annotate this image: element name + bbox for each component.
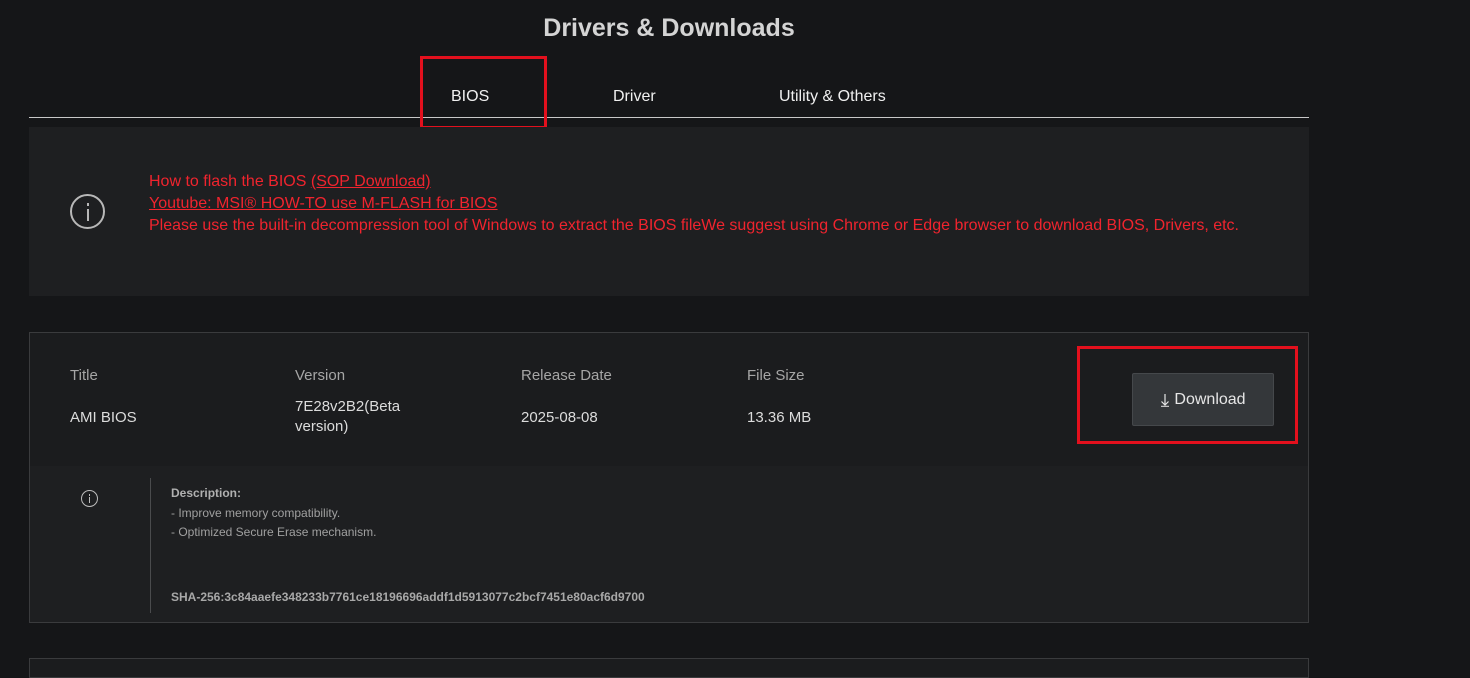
notice-line-sop: How to flash the BIOS (SOP Download): [149, 171, 1279, 193]
description-info-icon: [81, 490, 98, 507]
description-divider: [150, 478, 151, 613]
download-arrow-icon: [1161, 393, 1170, 407]
description-line: - Improve memory compatibility.: [171, 506, 341, 520]
bios-version-value: 7E28v2B2(Beta version): [295, 398, 401, 435]
next-download-card: [29, 658, 1309, 678]
col-label-version: Version: [295, 367, 346, 384]
notice-decompress-text: Please use the built-in decompression to…: [149, 217, 1239, 234]
tab-bar: BIOS Driver Utility & Others: [29, 56, 1309, 118]
description-heading: Description:: [171, 486, 242, 500]
sop-download-link[interactable]: (SOP Download): [311, 173, 431, 190]
bios-download-card: Title Version Release Date File Size AMI…: [29, 332, 1309, 623]
notice-line-youtube: Youtube: MSI® HOW-TO use M-FLASH for BIO…: [149, 193, 1279, 215]
description-line: - Optimized Secure Erase mechanism.: [171, 525, 377, 539]
info-circle-icon: [70, 194, 105, 229]
tab-driver[interactable]: Driver: [613, 88, 656, 106]
col-label-release-date: Release Date: [521, 367, 612, 384]
youtube-mflash-link[interactable]: Youtube: MSI® HOW-TO use M-FLASH for BIO…: [149, 195, 498, 212]
notice-sop-text: How to flash the BIOS: [149, 173, 311, 190]
bios-notice: How to flash the BIOS (SOP Download) You…: [29, 127, 1309, 296]
sha256-checksum: SHA-256:3c84aaefe348233b7761ce18196696ad…: [171, 590, 645, 604]
col-label-title: Title: [70, 367, 98, 384]
download-button[interactable]: Download: [1132, 373, 1274, 426]
notice-text: How to flash the BIOS (SOP Download) You…: [149, 171, 1279, 237]
bios-title-value: AMI BIOS: [70, 409, 137, 426]
card-description: Description: - Improve memory compatibil…: [30, 466, 1308, 622]
tab-utility-others[interactable]: Utility & Others: [779, 88, 886, 106]
tab-bios[interactable]: BIOS: [451, 88, 489, 106]
col-label-file-size: File Size: [747, 367, 805, 384]
card-header: Title Version Release Date File Size AMI…: [30, 333, 1308, 466]
bios-file-size-value: 13.36 MB: [747, 409, 812, 426]
download-label: Download: [1174, 390, 1246, 408]
bios-release-date-value: 2025-08-08: [521, 409, 598, 426]
page-title: Drivers & Downloads: [543, 14, 795, 42]
